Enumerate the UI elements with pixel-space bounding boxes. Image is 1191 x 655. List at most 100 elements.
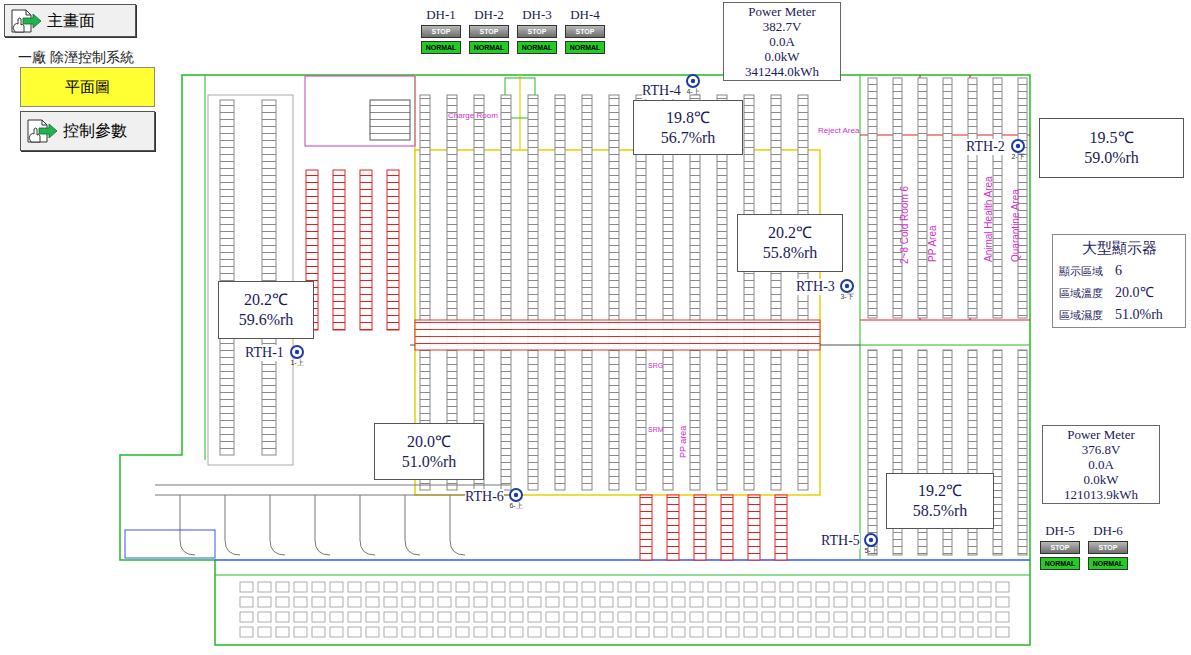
sensor-humidity: 55.8%rh [763,244,818,262]
floor-area-label: PP area [678,426,688,458]
page-hand-icon [9,8,43,34]
power-meter-title: Power Meter [1067,427,1135,442]
large-display-row: 顯示區域6 [1059,263,1179,279]
sensor-readout: 20.0℃51.0%rh [374,423,484,480]
dehumidifier: DH-2 STOP NORMAL [469,8,509,54]
sensor-marker[interactable]: 1-上 [290,345,304,367]
dehumidifier-run-button[interactable]: STOP [1040,541,1080,554]
sensor-readout: 19.8℃ 56.7%rh [633,100,743,155]
page-hand-icon [25,118,59,144]
large-display-panel: 大型顯示器顯示區域6 區域溫度20.0℃ 區域濕度51.0%rh [1052,234,1186,328]
sensor-humidity: 59.6%rh [239,311,294,329]
floor-area-label: PP Area [927,225,938,262]
sensor-temperature: 20.2℃ [244,291,288,309]
navigation-panel: 主畫面一廠 除溼控制系統平面圖控制參數 [4,4,155,151]
sensor-marker[interactable]: 6-上 [509,488,523,510]
sensor-marker[interactable]: 4-上 [686,74,700,96]
dehumidifier-name: DH-2 [474,8,504,22]
sensor-temperature: 19.5℃ [1090,129,1134,147]
floor-area-label: SRM [648,426,664,433]
sensor-name: RTH-6 [465,489,504,505]
dehumidifier-group-right: DH-5 STOP NORMAL DH-6 STOP NORMAL [1040,524,1128,570]
power-meter: Power Meter382.7V0.0A0.0kW341244.0kWh [723,2,841,81]
power-meter-energy: 341244.0kWh [745,64,819,79]
sensor-name: RTH-3 [796,279,835,295]
sensor-icon [1011,139,1025,153]
power-meter-energy: 121013.9kWh [1064,487,1138,502]
dehumidifier: DH-1 STOP NORMAL [421,8,461,54]
dehumidifier-status: NORMAL [469,41,509,54]
sensor-tag: 5-上 [864,547,877,555]
dehumidifier-run-button[interactable]: STOP [517,25,557,38]
sensor-icon [840,279,854,293]
dehumidifier-name: DH-4 [570,8,600,22]
dehumidifier-name: DH-6 [1093,524,1123,538]
power-meter-voltage: 382.7V [763,19,802,34]
sensor-temperature: 19.2℃ [918,482,962,500]
dehumidifier: DH-3 STOP NORMAL [517,8,557,54]
sensor-marker[interactable]: 2-下 [1011,139,1025,161]
power-meter: Power Meter376.8V0.0A0.0kW121013.9kWh [1042,425,1160,504]
sensor-humidity: 56.7%rh [661,129,716,147]
page-tab[interactable]: 平面圖 [20,67,155,107]
large-display-row: 區域溫度20.0℃ [1059,285,1179,301]
dehumidifier: DH-4 STOP NORMAL [565,8,605,54]
sensor-readout: 19.2℃ 58.5%rh [886,473,994,529]
dehumidifier: DH-6 STOP NORMAL [1088,524,1128,570]
sensor-name: RTH-4 [642,83,681,99]
large-display-title: 大型顯示器 [1082,239,1157,257]
dehumidifier-name: DH-3 [522,8,552,22]
power-meter-current: 0.0A [769,34,795,49]
sensor-tag: 6-上 [509,502,522,510]
sensor-name: RTH-5 [821,533,860,549]
power-meter-power: 0.0kW [764,49,799,64]
floor-area-label: SRG [648,362,663,369]
dehumidifier-run-button[interactable]: STOP [565,25,605,38]
sensor-tag: 2-下 [1011,153,1024,161]
sensor-readout: 19.5℃59.0%rh [1039,118,1184,178]
sensor-tag: 1-上 [290,359,303,367]
sensor-name: RTH-1 [245,345,284,361]
sensor-icon [686,74,700,88]
dehumidifier-run-button[interactable]: STOP [421,25,461,38]
sensor-tag: 3-下 [840,293,853,301]
large-display-row: 區域濕度51.0%rh [1059,307,1179,323]
sensor-temperature: 20.2℃ [768,224,812,242]
page-list: 平面圖控制參數 [20,67,155,151]
floor-area-label: Quarantine Area [1010,189,1021,262]
power-meter-current: 0.0A [1088,457,1114,472]
dehumidifier-group-top: DH-1 STOP NORMAL DH-2 STOP NORMAL DH-3 STOP NORM… [421,8,605,54]
sensor-temperature: 19.8℃ [666,109,710,127]
sensor-marker[interactable]: 5-上 [864,533,878,555]
page-tab[interactable]: 控制參數 [20,111,155,151]
sensor-humidity: 58.5%rh [913,502,968,520]
sensor-tag: 4-上 [686,88,699,96]
sensor-marker[interactable]: 3-下 [840,279,854,301]
dehumidifier-run-button[interactable]: STOP [1088,541,1128,554]
dehumidifier-name: DH-1 [426,8,456,22]
sensor-icon [864,533,878,547]
hmi-screen: Charge Room Reject Area 2~8 Cold Room 6 PP … [0,0,1191,655]
floor-area-label: Reject Area [818,126,860,135]
home-button-label: 主畫面 [47,9,95,33]
sensor-icon [290,345,304,359]
dehumidifier-status: NORMAL [1040,557,1080,570]
floor-area-label: Charge Room [448,111,498,120]
power-meter-voltage: 376.8V [1082,442,1121,457]
floor-plan: Charge Room Reject Area 2~8 Cold Room 6 PP … [0,0,1191,655]
sensor-humidity: 51.0%rh [402,453,457,471]
dehumidifier-status: NORMAL [421,41,461,54]
sensor-name: RTH-2 [966,139,1005,155]
sensor-icon [509,488,523,502]
dehumidifier-status: NORMAL [517,41,557,54]
dehumidifier-name: DH-5 [1045,524,1075,538]
dehumidifier: DH-5 STOP NORMAL [1040,524,1080,570]
floor-area-label: 2~8 Cold Room 6 [899,185,910,264]
dehumidifier-status: NORMAL [1088,557,1128,570]
dehumidifier-status: NORMAL [565,41,605,54]
home-button[interactable]: 主畫面 [4,4,136,37]
power-meter-power: 0.0kW [1083,472,1118,487]
dehumidifier-run-button[interactable]: STOP [469,25,509,38]
floor-area-label: Animal Health Area [983,176,994,262]
sensor-readout: 20.2℃ 59.6%rh [218,281,314,339]
